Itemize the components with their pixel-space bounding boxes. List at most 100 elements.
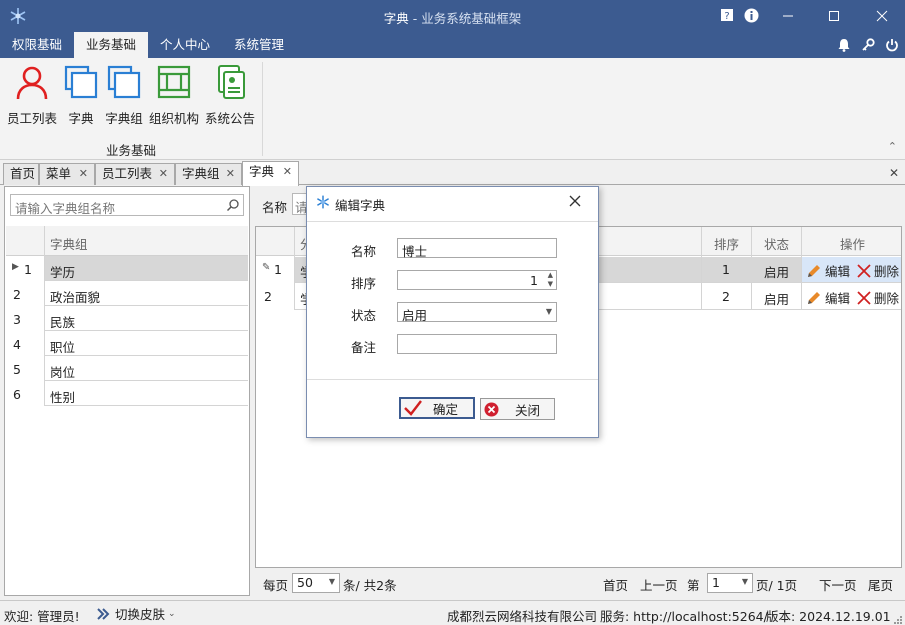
dialog-title: 编辑字典	[335, 198, 386, 213]
page-size-select[interactable]: 50 ▼	[292, 573, 340, 593]
ribbon-group-divider	[262, 62, 263, 156]
first-page-link[interactable]: 首页	[603, 575, 628, 594]
tab-home[interactable]: 首页	[3, 163, 39, 185]
tab-close-icon[interactable]: ✕	[283, 162, 292, 182]
ribbon-button-label: 员工列表	[6, 111, 57, 126]
help-icon[interactable]: ?	[719, 7, 735, 23]
edit-button[interactable]: 编辑	[806, 288, 850, 307]
user-icon	[16, 66, 48, 100]
maximize-button[interactable]	[812, 0, 856, 32]
delete-label: 删除	[874, 264, 900, 279]
ribbon-button-organization[interactable]: 组织机构	[148, 64, 200, 126]
tab-menu[interactable]: 菜单 ✕	[39, 163, 95, 185]
edit-label: 编辑	[825, 264, 851, 279]
ribbon-group-label: 业务基础	[105, 143, 156, 158]
page-count-text: 页/ 1页	[756, 578, 798, 593]
chevron-down-icon: ▼	[741, 577, 748, 586]
tab-label: 员工列表	[102, 166, 153, 181]
stepper-arrows-icon[interactable]: ▲ ▼	[548, 271, 553, 289]
title-bar: 字典 - 业务系统基础框架 ?	[0, 0, 905, 32]
next-page-link[interactable]: 下一页	[819, 575, 857, 594]
menu-personal-center[interactable]: 个人中心	[148, 32, 222, 58]
table-row[interactable]: 性别	[50, 387, 75, 406]
close-window-button[interactable]	[860, 0, 904, 32]
name-field[interactable]: 博士	[397, 238, 557, 259]
menu-business-basics[interactable]: 业务基础	[74, 32, 148, 58]
version-text: 版本: 2024.12.19.01	[766, 609, 891, 624]
resize-grip-icon[interactable]	[893, 614, 903, 624]
table-row[interactable]: 政治面貌	[50, 287, 100, 306]
chevron-down-icon: ▼	[545, 307, 552, 316]
dialog-footer-divider	[307, 379, 598, 380]
menu-permission-basics[interactable]: 权限基础	[0, 32, 74, 58]
tab-dictionary-group[interactable]: 字典组 ✕	[175, 163, 242, 185]
close-button[interactable]: 关闭	[480, 398, 555, 420]
table-cell-sort: 2	[722, 289, 730, 304]
ribbon-button-system-notice[interactable]: 系统公告	[204, 64, 256, 126]
bell-icon[interactable]	[836, 37, 852, 53]
delete-x-icon	[857, 263, 871, 278]
total-count-text: 条/ 共2条	[343, 578, 397, 593]
confirm-label: 确定	[433, 401, 459, 417]
column-header-action: 操作	[840, 237, 866, 252]
table-row[interactable]: 学历	[50, 262, 75, 281]
table-cell-sort: 1	[722, 262, 730, 277]
edit-label: 编辑	[825, 291, 851, 306]
menu-system-management[interactable]: 系统管理	[222, 32, 296, 58]
skin-icon	[97, 607, 110, 620]
delete-button[interactable]: 删除	[857, 288, 899, 307]
edit-button[interactable]: 编辑	[806, 261, 850, 280]
minimize-button[interactable]	[766, 0, 810, 32]
page-number-select[interactable]: 1 ▼	[707, 573, 753, 593]
sort-stepper[interactable]: 1 ▲ ▼	[397, 270, 557, 290]
ribbon-button-employee-list[interactable]: 员工列表	[6, 64, 58, 126]
tab-dictionary[interactable]: 字典 ✕	[242, 161, 299, 186]
ribbon-button-label: 组织机构	[148, 111, 199, 126]
table-row[interactable]: 职位	[50, 337, 75, 356]
tab-label: 字典	[249, 164, 275, 179]
ribbon-button-dictionary[interactable]: 字典	[62, 64, 100, 126]
column-header-status: 状态	[764, 237, 790, 252]
pencil-icon	[808, 264, 820, 277]
last-page-link[interactable]: 尾页	[868, 575, 893, 594]
status-field-label: 状态	[351, 308, 377, 323]
tab-close-icon[interactable]: ✕	[159, 164, 168, 184]
tab-close-icon[interactable]: ✕	[226, 164, 235, 184]
table-row[interactable]: 民族	[50, 312, 75, 331]
table-row-index: 6	[13, 387, 21, 402]
ribbon-collapse-icon[interactable]: ⌃	[888, 140, 897, 153]
delete-button[interactable]: 删除	[857, 261, 899, 280]
dialog-close-icon[interactable]	[569, 195, 581, 210]
ribbon-button-dictionary-group[interactable]: 字典组	[104, 64, 144, 126]
key-icon[interactable]	[860, 37, 876, 53]
column-header-sort: 排序	[714, 237, 740, 252]
sort-stepper-value: 1	[530, 273, 538, 288]
confirm-button[interactable]: 确定	[399, 397, 475, 419]
table-row-index: 1	[274, 262, 282, 277]
close-circle-icon	[484, 402, 499, 416]
search-icon[interactable]	[226, 198, 240, 212]
table-row[interactable]: 岗位	[50, 362, 75, 381]
remark-field[interactable]	[397, 334, 557, 354]
page-size-value: 50	[297, 575, 313, 590]
status-select[interactable]: 启用 ▼	[397, 302, 557, 323]
chevron-down-icon: ⌄	[168, 608, 176, 619]
info-icon[interactable]	[743, 7, 759, 23]
table-row-index: 2	[13, 287, 21, 302]
close-all-tabs-icon[interactable]: ✕	[889, 166, 899, 180]
edit-dictionary-dialog: 编辑字典 名称 博士 排序 1 ▲ ▼ 状态 启用 ▼ 备注 确定 关闭	[306, 186, 599, 438]
prev-page-link[interactable]: 上一页	[640, 575, 678, 594]
name-field-label: 名称	[351, 244, 377, 259]
close-label: 关闭	[515, 402, 541, 418]
tab-employee-list[interactable]: 员工列表 ✕	[95, 163, 175, 185]
row-edit-pencil-icon: ✎	[262, 262, 271, 273]
dictionary-group-search-input[interactable]: 请输入字典组名称	[10, 194, 244, 216]
table-cell-status: 启用	[764, 265, 790, 280]
page-label: 第	[687, 578, 700, 593]
server-address: 服务: http://localhost:5264/	[600, 609, 768, 624]
tab-close-icon[interactable]: ✕	[79, 164, 88, 184]
switch-skin-button[interactable]: 切换皮肤 ⌄	[96, 604, 176, 623]
tab-label: 首页	[10, 166, 36, 181]
power-icon[interactable]	[884, 37, 900, 53]
table-cell-status: 启用	[764, 292, 790, 307]
